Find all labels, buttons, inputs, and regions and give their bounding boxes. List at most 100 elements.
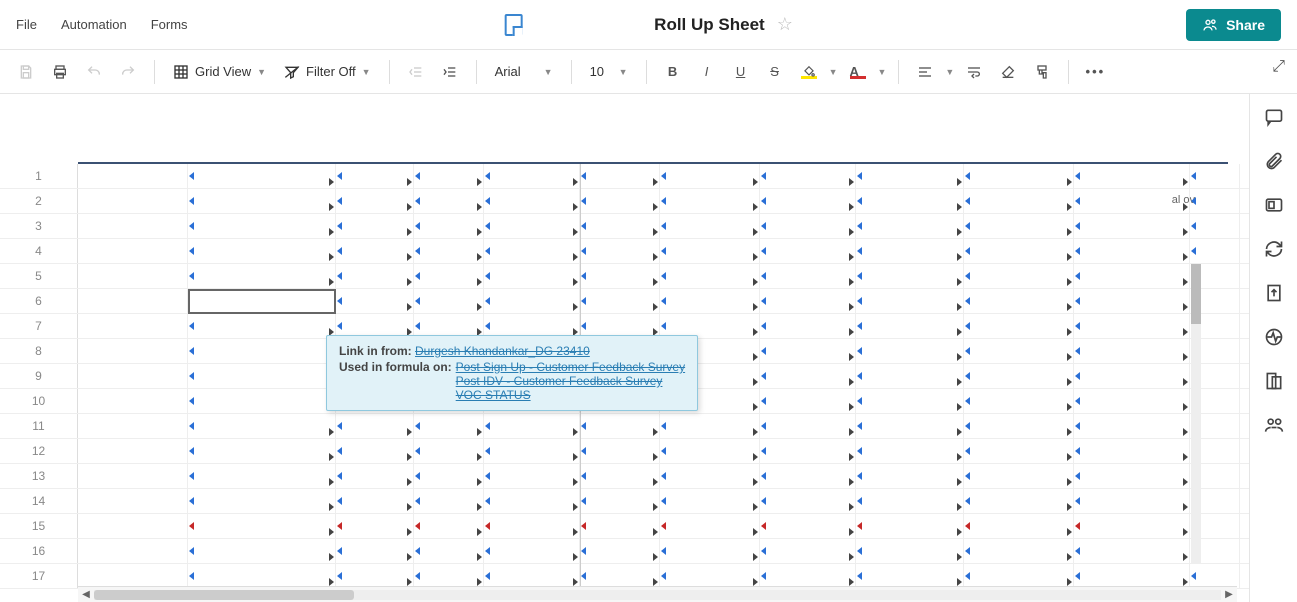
grid-cell[interactable] [1074, 339, 1190, 363]
grid-cell[interactable] [188, 414, 336, 438]
grid-cell[interactable] [78, 164, 188, 188]
row-number[interactable]: 12 [0, 439, 78, 463]
grid-row[interactable]: 3 [0, 214, 1249, 239]
grid-cell[interactable] [1074, 164, 1190, 188]
grid-cell[interactable] [760, 189, 856, 213]
favorite-star-icon[interactable]: ☆ [777, 14, 793, 35]
grid-cell[interactable] [188, 539, 336, 563]
grid-cell[interactable] [856, 539, 964, 563]
scroll-track[interactable] [94, 590, 1221, 600]
grid-cell[interactable] [580, 264, 660, 288]
grid-cell[interactable] [188, 239, 336, 263]
grid-cell[interactable] [188, 514, 336, 538]
grid-cell[interactable] [760, 539, 856, 563]
caret-icon[interactable]: ▼ [945, 67, 954, 77]
grid-cell[interactable] [580, 539, 660, 563]
grid-cell[interactable] [964, 264, 1074, 288]
comments-icon[interactable] [1263, 106, 1285, 128]
undo-icon[interactable] [80, 58, 108, 86]
grid-cell[interactable] [78, 564, 188, 588]
grid-cell[interactable] [660, 264, 760, 288]
outdent-icon[interactable] [402, 58, 430, 86]
attachments-icon[interactable] [1263, 150, 1285, 172]
grid-cell[interactable] [964, 414, 1074, 438]
grid-cell[interactable] [760, 564, 856, 588]
grid-cell[interactable] [78, 339, 188, 363]
grid-cell[interactable] [188, 164, 336, 188]
grid-cell[interactable] [964, 464, 1074, 488]
activity-icon[interactable] [1263, 326, 1285, 348]
grid-cell[interactable] [660, 414, 760, 438]
proof-icon[interactable] [1263, 194, 1285, 216]
row-number[interactable]: 6 [0, 289, 78, 313]
grid-row[interactable]: 12 [0, 439, 1249, 464]
bold-icon[interactable]: B [659, 58, 687, 86]
size-dropdown[interactable]: 10 ▼ [584, 60, 634, 83]
grid-cell[interactable] [336, 289, 414, 313]
more-icon[interactable]: ••• [1081, 58, 1109, 86]
filter-dropdown[interactable]: Filter Off ▼ [278, 60, 377, 84]
caret-icon[interactable]: ▼ [878, 67, 887, 77]
grid-area[interactable]: al ov 1234567891011121314151617 Link in … [0, 94, 1249, 602]
refresh-icon[interactable] [1263, 238, 1285, 260]
grid-cell[interactable] [484, 489, 580, 513]
grid-cell[interactable] [660, 464, 760, 488]
publish-icon[interactable] [1263, 282, 1285, 304]
grid-cell[interactable] [580, 439, 660, 463]
grid-cell[interactable] [1074, 514, 1190, 538]
wrap-icon[interactable] [960, 58, 988, 86]
grid-cell[interactable] [78, 414, 188, 438]
row-number[interactable]: 10 [0, 389, 78, 413]
grid-cell[interactable] [484, 464, 580, 488]
row-number[interactable]: 16 [0, 539, 78, 563]
tooltip-formula-link[interactable]: VOC STATUS [456, 388, 531, 402]
horizontal-scrollbar[interactable]: ◀ ▶ [78, 586, 1237, 602]
grid-cell[interactable] [964, 314, 1074, 338]
grid-cell[interactable] [78, 364, 188, 388]
grid-cell[interactable] [660, 539, 760, 563]
grid-cell[interactable] [484, 289, 580, 313]
row-number[interactable]: 7 [0, 314, 78, 338]
grid-cell[interactable] [760, 239, 856, 263]
grid-cell[interactable] [760, 514, 856, 538]
tooltip-link-source[interactable]: Durgesh Khandankar_DG 23410 [415, 344, 590, 358]
scroll-thumb[interactable] [1191, 264, 1201, 324]
grid-cell[interactable] [580, 414, 660, 438]
row-number[interactable]: 2 [0, 189, 78, 213]
grid-cell[interactable] [188, 264, 336, 288]
grid-cell[interactable] [856, 439, 964, 463]
align-icon[interactable] [911, 58, 939, 86]
grid-cell[interactable] [580, 289, 660, 313]
grid-row[interactable]: 13 [0, 464, 1249, 489]
font-dropdown[interactable]: Arial ▼ [489, 60, 559, 83]
grid-cell[interactable] [1074, 189, 1190, 213]
grid-cell[interactable] [1190, 214, 1240, 238]
grid-cell[interactable] [336, 239, 414, 263]
row-number[interactable]: 17 [0, 564, 78, 588]
grid-cell[interactable] [580, 514, 660, 538]
share-button[interactable]: Share [1186, 9, 1281, 41]
grid-cell[interactable] [78, 489, 188, 513]
row-number[interactable]: 9 [0, 364, 78, 388]
grid-cell[interactable] [484, 264, 580, 288]
grid-cell[interactable] [1074, 539, 1190, 563]
grid-cell[interactable] [964, 389, 1074, 413]
grid-cell[interactable] [964, 514, 1074, 538]
grid-cell[interactable] [78, 314, 188, 338]
grid-cell[interactable] [1074, 439, 1190, 463]
grid-row[interactable]: 15 [0, 514, 1249, 539]
grid-cell[interactable] [660, 164, 760, 188]
grid-cell[interactable] [660, 564, 760, 588]
grid-cell[interactable] [1074, 464, 1190, 488]
fill-color-icon[interactable] [795, 58, 823, 86]
column-header-band[interactable] [78, 100, 1228, 164]
row-number[interactable]: 4 [0, 239, 78, 263]
grid-cell[interactable] [414, 564, 484, 588]
redo-icon[interactable] [114, 58, 142, 86]
grid-cell[interactable] [856, 314, 964, 338]
grid-cell[interactable] [760, 164, 856, 188]
grid-cell[interactable] [484, 214, 580, 238]
grid-cell[interactable] [78, 189, 188, 213]
grid-cell[interactable] [1074, 314, 1190, 338]
grid-cell[interactable] [1074, 264, 1190, 288]
